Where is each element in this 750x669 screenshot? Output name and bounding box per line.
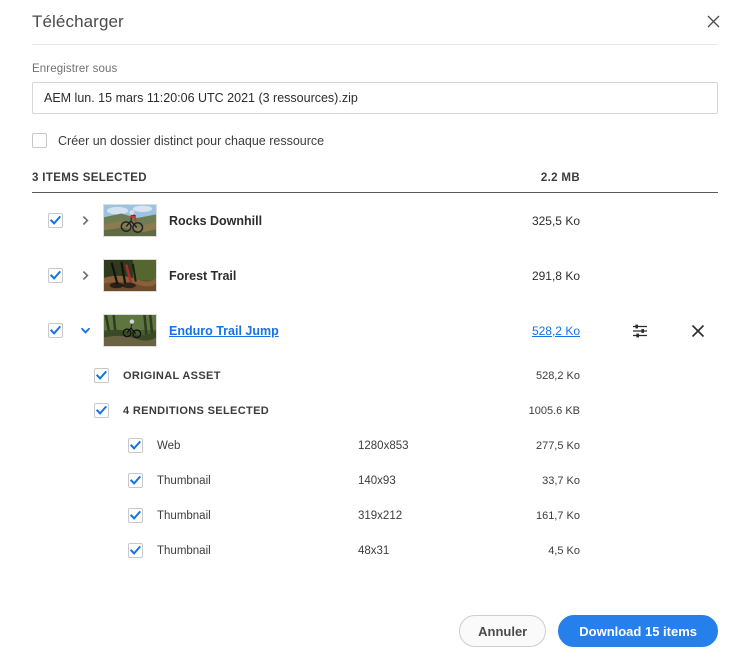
asset-checkbox[interactable] [48, 323, 63, 338]
asset-component-size: 1005.6 KB [528, 404, 580, 417]
rendition-dimensions: 140x93 [358, 474, 396, 487]
rendition-label: Thumbnail [157, 544, 211, 557]
separate-folder-row[interactable]: Créer un dossier distinct pour chaque re… [32, 133, 718, 148]
dialog-body: Enregistrer sous Créer un dossier distin… [0, 45, 750, 615]
cancel-button[interactable]: Annuler [459, 615, 547, 647]
rendition-row[interactable]: Thumbnail 48x31 4,5 Ko [32, 533, 718, 568]
rendition-label: Thumbnail [157, 509, 211, 522]
asset-name[interactable]: Rocks Downhill [169, 214, 508, 228]
remove-asset-close-icon[interactable] [688, 321, 708, 341]
total-size: 2.2 MB [540, 172, 580, 184]
save-as-label: Enregistrer sous [32, 63, 118, 75]
rendition-size: 161,7 Ko [535, 509, 580, 522]
rendition-checkbox[interactable] [128, 543, 143, 558]
rendition-label: Web [157, 439, 181, 452]
chevron-right-icon[interactable] [75, 215, 95, 226]
sliders-settings-icon[interactable] [630, 321, 650, 341]
asset-thumbnail [103, 204, 157, 237]
download-dialog: Télécharger Enregistrer sous Créer un do… [0, 0, 750, 669]
rendition-row[interactable]: Thumbnail 319x212 161,7 Ko [32, 498, 718, 533]
rendition-dimensions: 48x31 [358, 544, 390, 557]
asset-component-size: 528,2 Ko [535, 369, 580, 382]
dialog-footer: Annuler Download 15 items [0, 615, 750, 669]
asset-size: 528,2 Ko [531, 323, 580, 338]
asset-component-row[interactable]: ORIGINAL ASSET 528,2 Ko [32, 358, 718, 393]
asset-row[interactable]: Forest Trail 291,8 Ko [32, 248, 718, 303]
rendition-checkbox[interactable] [128, 473, 143, 488]
items-selected-count: 3 ITEMS SELECTED [32, 172, 147, 184]
asset-component-row[interactable]: 4 RENDITIONS SELECTED 1005.6 KB [32, 393, 718, 428]
asset-size: 325,5 Ko [531, 213, 580, 228]
page-title: Télécharger [32, 12, 124, 31]
asset-row[interactable]: Rocks Downhill 325,5 Ko [32, 193, 718, 248]
asset-row[interactable]: Enduro Trail Jump 528,2 Ko [32, 303, 718, 358]
rendition-dimensions: 1280x853 [358, 439, 409, 452]
rendition-row[interactable]: Thumbnail 140x93 33,7 Ko [32, 463, 718, 498]
asset-thumbnail [103, 259, 157, 292]
asset-thumbnail [103, 314, 157, 347]
close-icon[interactable] [698, 6, 728, 36]
asset-component-checkbox[interactable] [94, 368, 109, 383]
rendition-size: 33,7 Ko [542, 474, 580, 487]
asset-component-label: ORIGINAL ASSET [123, 369, 221, 382]
asset-name[interactable]: Enduro Trail Jump [169, 324, 508, 338]
rendition-size: 277,5 Ko [535, 439, 580, 452]
rendition-size: 4,5 Ko [548, 544, 580, 557]
asset-checkbox[interactable] [48, 268, 63, 283]
chevron-right-icon[interactable] [75, 270, 95, 281]
dialog-header: Télécharger [0, 0, 750, 44]
rendition-checkbox[interactable] [128, 438, 143, 453]
asset-component-label: 4 RENDITIONS SELECTED [123, 404, 270, 417]
filename-input[interactable] [32, 82, 718, 114]
asset-checkbox[interactable] [48, 213, 63, 228]
chevron-down-icon[interactable] [75, 325, 95, 336]
selection-summary: 3 ITEMS SELECTED 2.2 MB [32, 172, 718, 193]
rendition-dimensions: 319x212 [358, 509, 403, 522]
rendition-checkbox[interactable] [128, 508, 143, 523]
asset-name[interactable]: Forest Trail [169, 269, 508, 283]
rendition-row[interactable]: Web 1280x853 277,5 Ko [32, 428, 718, 463]
asset-row-actions [618, 321, 718, 341]
asset-size: 291,8 Ko [531, 268, 580, 283]
separate-folder-label: Créer un dossier distinct pour chaque re… [58, 133, 325, 148]
asset-component-checkbox[interactable] [94, 403, 109, 418]
separate-folder-checkbox[interactable] [32, 133, 47, 148]
download-button[interactable]: Download 15 items [558, 615, 718, 647]
asset-list: Rocks Downhill 325,5 Ko Forest Trail 291,8… [32, 193, 718, 568]
rendition-label: Thumbnail [157, 474, 211, 487]
